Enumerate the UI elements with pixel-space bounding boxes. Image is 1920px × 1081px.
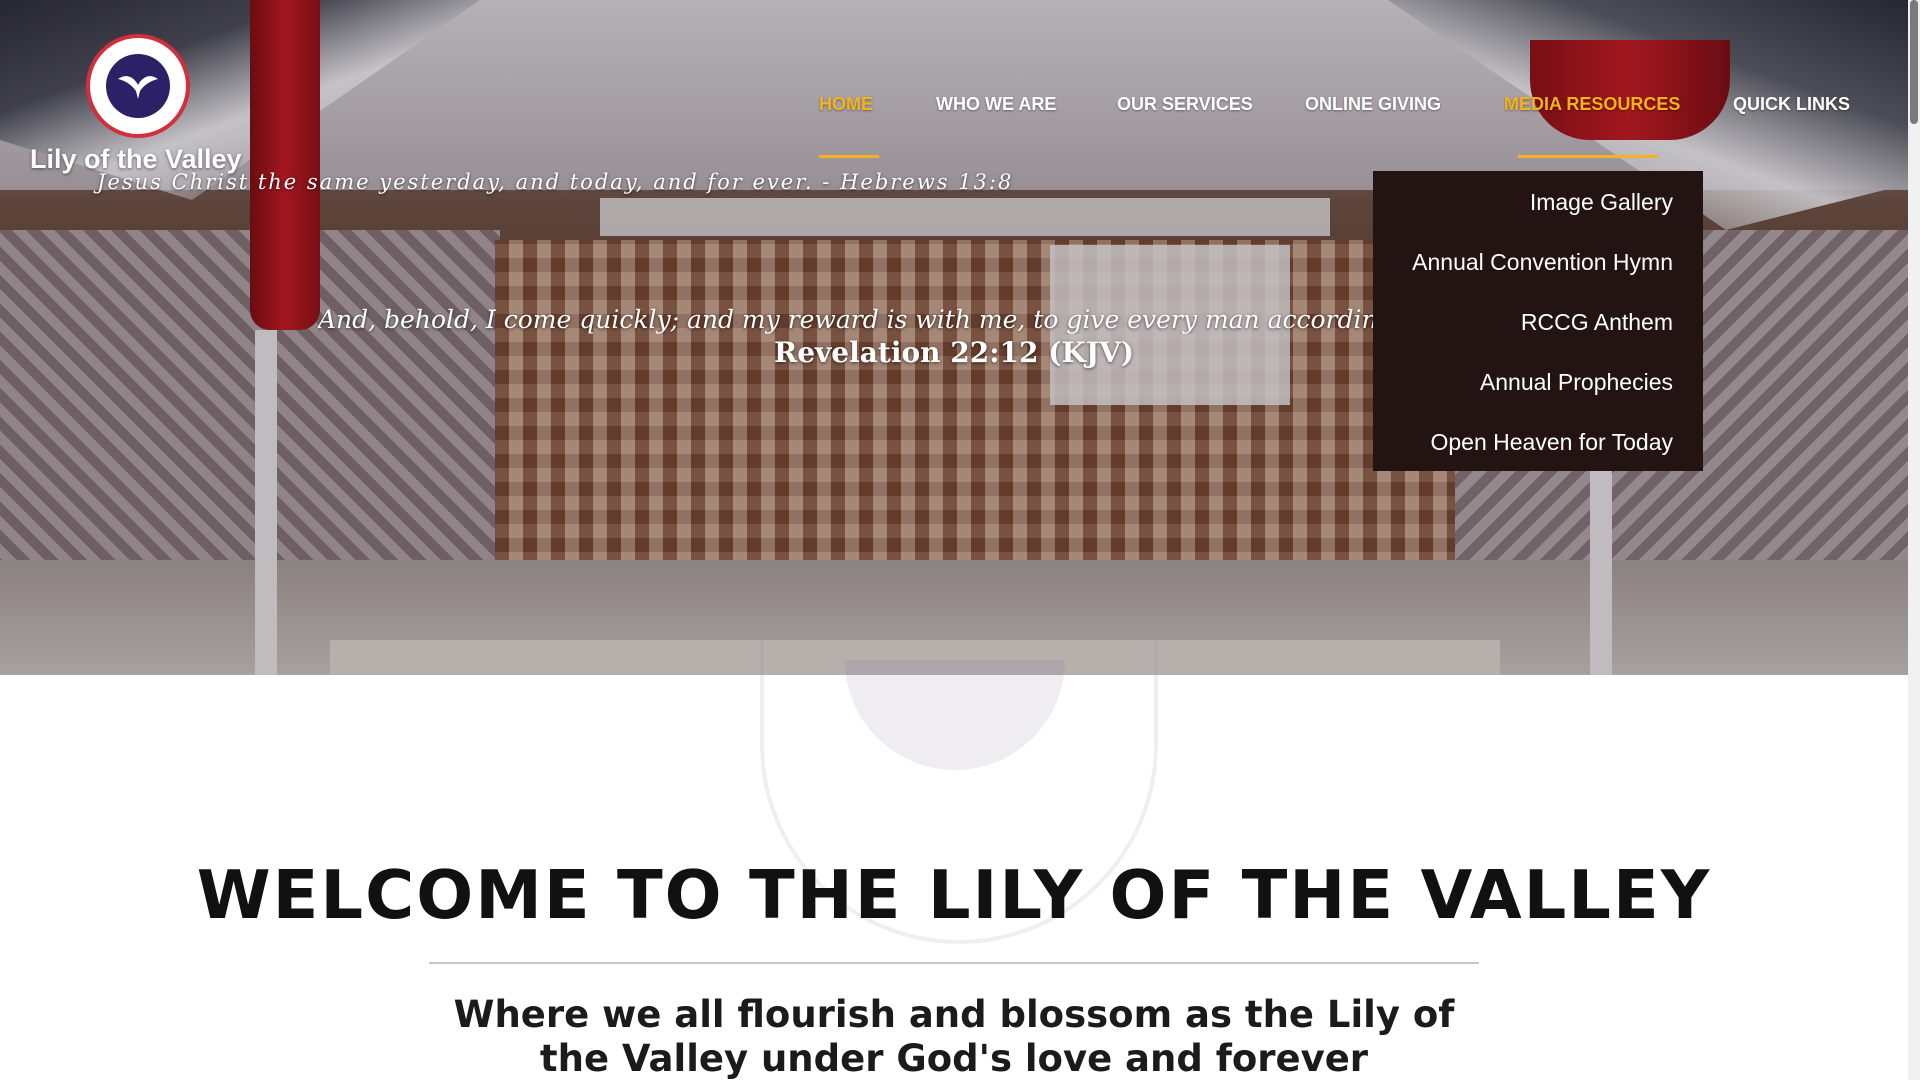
site-tagline: Jesus Christ the same yesterday, and tod… [97, 170, 1014, 194]
nav-online-giving[interactable]: ONLINE GIVING [1305, 94, 1441, 115]
nav-media-resources[interactable]: MEDIA RESOURCES [1504, 94, 1680, 115]
dropdown-item-rccg-anthem[interactable]: RCCG Anthem [1521, 309, 1673, 336]
scrollbar-thumb[interactable] [1910, 0, 1918, 124]
main-nav: HOME WHO WE ARE OUR SERVICES ONLINE GIVI… [0, 94, 1908, 134]
nav-home[interactable]: HOME [819, 94, 873, 115]
nav-media-resources-underline [1518, 155, 1658, 158]
nav-quick-links[interactable]: QUICK LINKS [1733, 94, 1850, 115]
welcome-subtitle-line2: the Valley under God's love and forever [539, 1037, 1369, 1080]
welcome-subtitle: Where we all flourish and blossom as the… [0, 993, 1908, 1081]
page-scrollbar[interactable] [1908, 0, 1920, 1080]
dropdown-item-open-heaven[interactable]: Open Heaven for Today [1430, 429, 1673, 456]
welcome-subtitle-line1: Where we all flourish and blossom as the… [453, 993, 1455, 1036]
dropdown-item-image-gallery[interactable]: Image Gallery [1530, 189, 1673, 216]
dropdown-item-annual-prophecies[interactable]: Annual Prophecies [1480, 369, 1673, 396]
nav-home-underline [819, 155, 879, 158]
nav-who-we-are[interactable]: WHO WE ARE [936, 94, 1056, 115]
media-resources-dropdown: Image Gallery Annual Convention Hymn RCC… [1373, 171, 1703, 471]
welcome-title: WELCOME TO THE LILY OF THE VALLEY [196, 856, 1712, 934]
hero-verse-reference: Revelation 22:12 (KJV) [773, 336, 1135, 369]
dropdown-item-convention-hymn[interactable]: Annual Convention Hymn [1412, 249, 1673, 276]
section-divider [429, 962, 1479, 964]
nav-our-services[interactable]: OUR SERVICES [1117, 94, 1253, 115]
hero-verse: And, behold, I come quickly; and my rewa… [318, 305, 1373, 334]
